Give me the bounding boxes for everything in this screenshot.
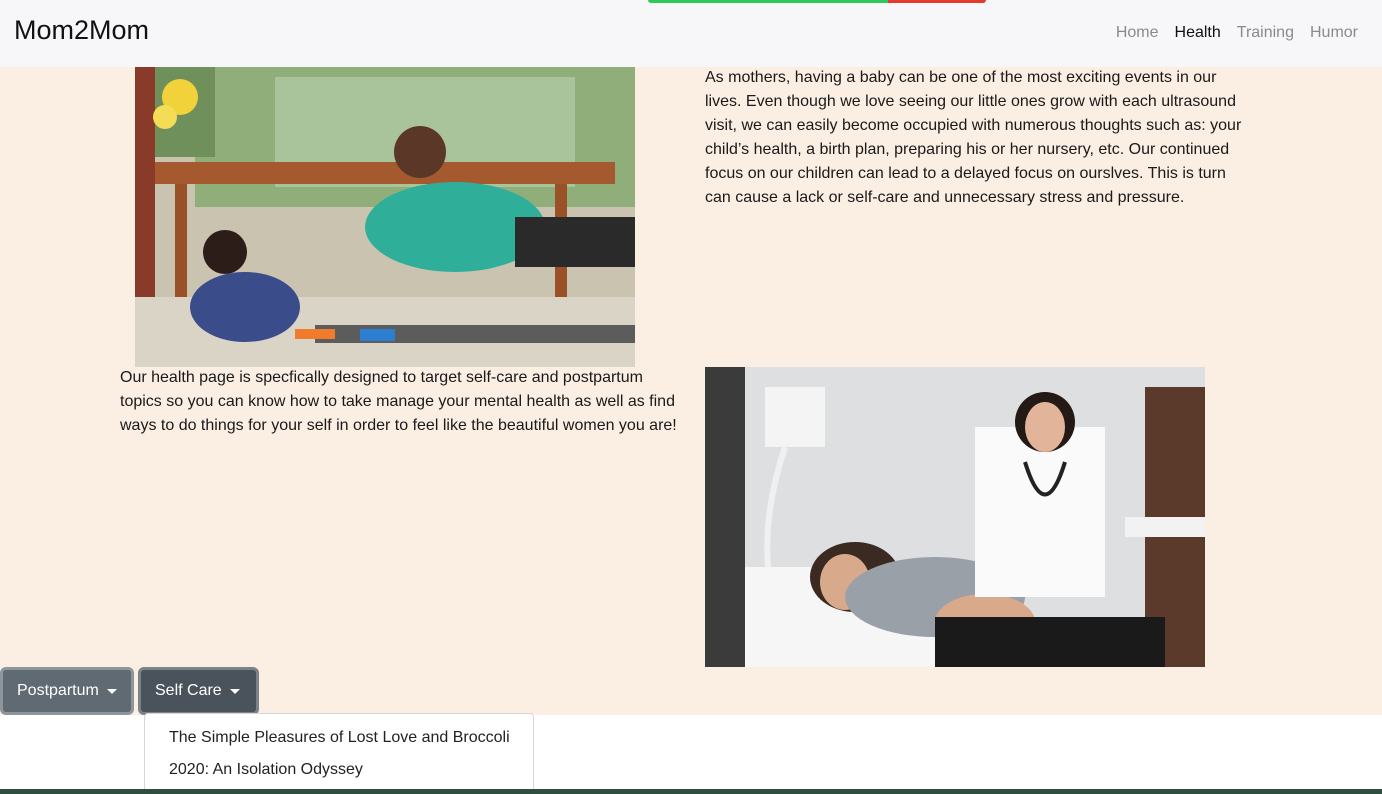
progress-fill xyxy=(648,0,888,3)
navbar: Mom2Mom Home Health Training Humor xyxy=(0,0,1382,67)
postpartum-dropdown-button[interactable]: Postpartum xyxy=(0,667,134,715)
dropdown-item-lost-love-broccoli[interactable]: The Simple Pleasures of Lost Love and Br… xyxy=(145,722,533,754)
postpartum-button-label: Postpartum xyxy=(17,682,99,699)
nav-link-health[interactable]: Health xyxy=(1175,23,1221,43)
health-page-paragraph: Our health page is specfically designed … xyxy=(120,369,677,434)
doctor-ultrasound-photo xyxy=(705,367,1205,667)
progress-remaining xyxy=(887,0,986,3)
self-care-dropdown-button[interactable]: Self Care xyxy=(138,667,259,715)
self-care-dropdown-menu: The Simple Pleasures of Lost Love and Br… xyxy=(144,713,534,794)
caret-down-icon xyxy=(106,688,117,694)
nav-link-home[interactable]: Home xyxy=(1116,23,1159,43)
dropdown-item-isolation-odyssey[interactable]: 2020: An Isolation Odyssey xyxy=(145,754,533,786)
self-care-button-label: Self Care xyxy=(155,682,222,699)
footer-strip xyxy=(0,789,1382,794)
mother-exercising-with-baby-photo xyxy=(135,67,635,367)
brand-logo[interactable]: Mom2Mom xyxy=(14,14,149,46)
intro-paragraph: As mothers, having a baby can be one of … xyxy=(705,69,1242,206)
nav-link-training[interactable]: Training xyxy=(1237,23,1294,43)
nav-link-humor[interactable]: Humor xyxy=(1310,23,1358,43)
health-content-section: As mothers, having a baby can be one of … xyxy=(0,67,1382,715)
page-progress-bar xyxy=(648,0,986,3)
nav-links: Home Health Training Humor xyxy=(1116,23,1358,43)
caret-down-icon xyxy=(229,688,240,694)
